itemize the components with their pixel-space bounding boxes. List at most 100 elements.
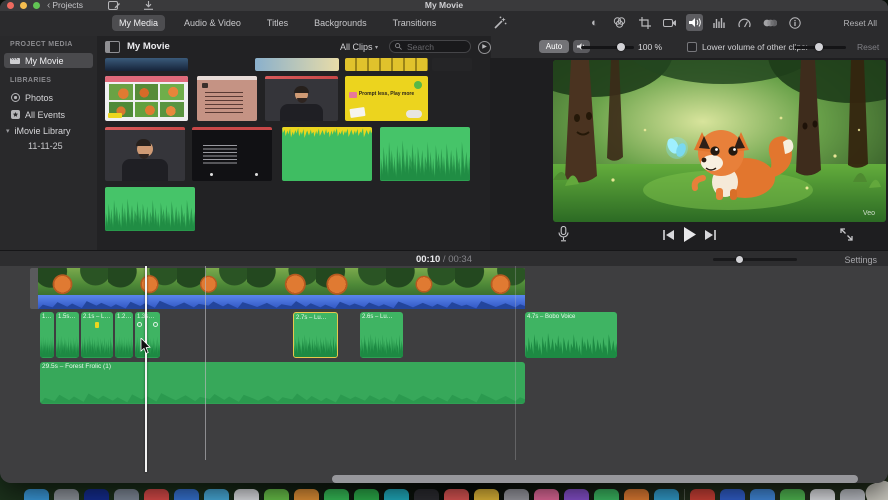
play-button[interactable] bbox=[682, 227, 697, 242]
volume-slider-thumb[interactable] bbox=[617, 43, 625, 51]
sidebar-item-my-movie[interactable]: My Movie bbox=[4, 53, 93, 68]
video-audio-waveform[interactable] bbox=[38, 295, 525, 309]
disclosure-triangle-icon[interactable]: ▾ bbox=[6, 127, 10, 135]
dock-icon[interactable] bbox=[779, 489, 805, 500]
fade-handle[interactable] bbox=[137, 322, 142, 327]
media-thumbnail-audio-yellow[interactable] bbox=[282, 127, 372, 181]
sidebar-item-photos[interactable]: Photos bbox=[4, 90, 93, 105]
sidebar-item-all-events[interactable]: All Events bbox=[4, 107, 93, 122]
timeline-settings-button[interactable]: Settings bbox=[844, 255, 877, 265]
media-thumbnail-document[interactable] bbox=[197, 76, 257, 121]
dock-icon[interactable] bbox=[83, 489, 109, 500]
sidebar-toggle-icon[interactable] bbox=[105, 41, 120, 53]
audio-clip[interactable]: 1.5s… bbox=[56, 312, 79, 358]
dock-icon[interactable] bbox=[473, 489, 499, 500]
dock-icon[interactable] bbox=[53, 489, 79, 500]
sidebar-item-imovie-library[interactable]: ▾ iMovie Library bbox=[4, 123, 93, 138]
sidebar-item-event[interactable]: 11-11-25 bbox=[4, 138, 93, 153]
continuous-playback-icon[interactable]: ▶ bbox=[478, 41, 491, 54]
audio-clip[interactable]: 2.1s – L… bbox=[81, 312, 113, 358]
dock-icon[interactable] bbox=[809, 489, 835, 500]
clip-filter-icon[interactable] bbox=[761, 14, 778, 31]
next-frame-button[interactable] bbox=[705, 230, 717, 240]
media-thumbnail-audio[interactable] bbox=[105, 187, 195, 231]
stabilization-icon[interactable] bbox=[661, 14, 678, 31]
dock-icon[interactable] bbox=[563, 489, 589, 500]
dock-icon[interactable] bbox=[233, 489, 259, 500]
dock-icon[interactable] bbox=[749, 489, 775, 500]
background-music-clip[interactable]: 29.5s – Forest Frolic (1) bbox=[40, 362, 525, 404]
horizontal-scrollbar[interactable] bbox=[332, 475, 858, 483]
color-balance-icon[interactable]: ◐ bbox=[586, 14, 603, 31]
media-thumbnail-person[interactable] bbox=[265, 76, 338, 121]
dock-icon[interactable] bbox=[323, 489, 349, 500]
media-thumbnail-slide[interactable]: Prompt less, Play more bbox=[345, 76, 428, 121]
dock-icon[interactable] bbox=[839, 489, 865, 500]
search-field[interactable] bbox=[389, 40, 471, 53]
media-thumbnail[interactable] bbox=[105, 58, 188, 71]
speed-icon[interactable] bbox=[736, 14, 753, 31]
tab-titles[interactable]: Titles bbox=[260, 15, 295, 31]
dock-icon[interactable] bbox=[443, 489, 469, 500]
dock-icon[interactable] bbox=[383, 489, 409, 500]
dock-icon[interactable] bbox=[533, 489, 559, 500]
tab-transitions[interactable]: Transitions bbox=[386, 15, 444, 31]
noise-reduction-icon[interactable] bbox=[711, 14, 728, 31]
dock-icon[interactable] bbox=[413, 489, 439, 500]
fade-handle[interactable] bbox=[153, 322, 158, 327]
media-thumbnail-audio[interactable] bbox=[380, 127, 470, 181]
timeline-zoom-thumb[interactable] bbox=[736, 255, 743, 263]
volume-slider[interactable] bbox=[581, 45, 634, 49]
clip-edge-handle[interactable] bbox=[30, 268, 38, 309]
media-thumbnail-fox-grid[interactable] bbox=[105, 76, 188, 121]
dock-icon[interactable] bbox=[653, 489, 679, 500]
media-thumbnail[interactable] bbox=[432, 58, 472, 71]
dock-icon[interactable] bbox=[623, 489, 649, 500]
audio-clip-bobo-voice[interactable]: 4.7s – Bobo Voice bbox=[525, 312, 617, 358]
dock-icon[interactable] bbox=[689, 489, 715, 500]
dock-icon[interactable] bbox=[719, 489, 745, 500]
dock-icon[interactable] bbox=[503, 489, 529, 500]
audio-clip-selected[interactable]: 2.7s – Lu… bbox=[293, 312, 338, 358]
playhead[interactable] bbox=[145, 266, 147, 472]
volume-percent: 100 % bbox=[638, 42, 663, 52]
dock-icon[interactable] bbox=[173, 489, 199, 500]
tab-my-media[interactable]: My Media bbox=[112, 15, 166, 31]
lower-volume-slider-thumb[interactable] bbox=[815, 43, 823, 51]
auto-volume-button[interactable]: Auto bbox=[539, 40, 569, 53]
audio-clip[interactable]: 1… bbox=[40, 312, 54, 358]
color-correction-icon[interactable] bbox=[611, 14, 628, 31]
dock-icon[interactable] bbox=[593, 489, 619, 500]
browser-title: My Movie bbox=[127, 41, 170, 52]
reset-all-button[interactable]: Reset All bbox=[843, 18, 877, 28]
fullscreen-icon[interactable] bbox=[840, 228, 853, 241]
media-thumbnail[interactable] bbox=[255, 58, 339, 71]
dock-icon[interactable] bbox=[353, 489, 379, 500]
clip-info-icon[interactable] bbox=[786, 14, 803, 31]
tab-audio-video[interactable]: Audio & Video bbox=[177, 15, 248, 31]
enhance-wand-icon[interactable] bbox=[493, 16, 507, 30]
video-clip-filmstrip[interactable] bbox=[38, 268, 525, 295]
dock-icon[interactable] bbox=[113, 489, 139, 500]
dock-icon[interactable] bbox=[203, 489, 229, 500]
media-thumbnail-screen-recording[interactable] bbox=[192, 127, 272, 181]
preview-image-fox: Veo bbox=[553, 60, 886, 222]
dock-icon[interactable] bbox=[143, 489, 169, 500]
audio-clip[interactable]: 1.2… bbox=[115, 312, 133, 358]
media-thumbnail-person-2[interactable] bbox=[105, 127, 185, 181]
clips-filter-dropdown[interactable]: All Clips ▾ bbox=[340, 42, 378, 52]
search-input[interactable] bbox=[405, 40, 465, 53]
dock-icon[interactable] bbox=[263, 489, 289, 500]
tab-backgrounds[interactable]: Backgrounds bbox=[307, 15, 374, 31]
dock-icon[interactable] bbox=[23, 489, 49, 500]
previous-frame-button[interactable] bbox=[662, 230, 674, 240]
lower-volume-checkbox[interactable] bbox=[687, 42, 697, 52]
media-thumbnail[interactable] bbox=[345, 58, 428, 71]
volume-reset-button[interactable]: Reset bbox=[857, 42, 879, 52]
dock-icon[interactable] bbox=[293, 489, 319, 500]
voiceover-mic-icon[interactable] bbox=[558, 226, 569, 242]
volume-icon[interactable] bbox=[686, 14, 703, 31]
crop-icon[interactable] bbox=[636, 14, 653, 31]
audio-clip[interactable]: 2.6s – Lu… bbox=[360, 312, 403, 358]
timeline-zoom-slider[interactable] bbox=[713, 258, 797, 261]
